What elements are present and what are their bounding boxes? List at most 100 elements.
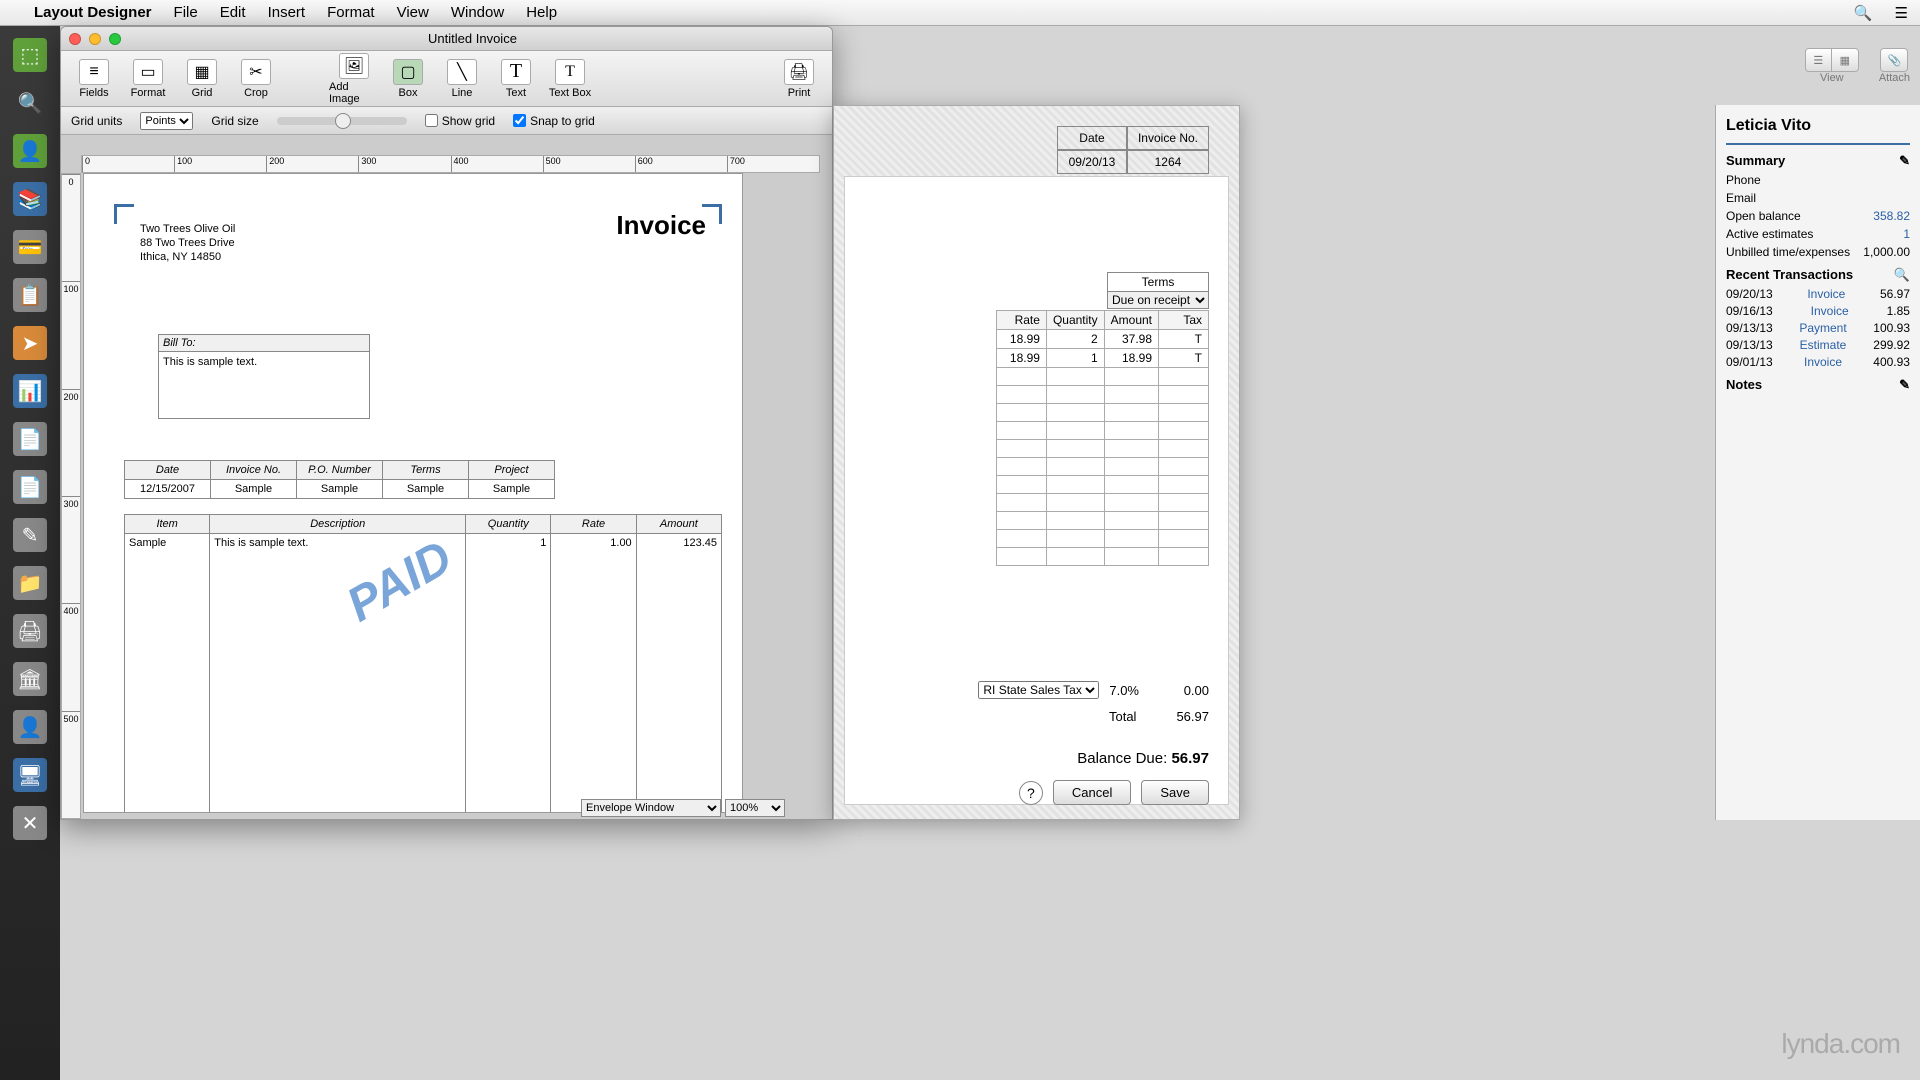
grid-tool[interactable]: ▦Grid [177,59,227,99]
edit-icon[interactable]: ✎ [1899,377,1910,393]
terms-box: Terms Due on receipt [1107,272,1209,309]
date-invno-header: Date 09/20/13 Invoice No. 1264 [1057,126,1209,174]
zoom-button[interactable] [109,33,121,45]
tax-amount: 0.00 [1149,683,1209,698]
top-right-tools: ☰▦ View 📎 Attach [1805,48,1910,84]
search-icon[interactable]: 🔍 [1894,267,1910,283]
menu-help[interactable]: Help [526,4,557,21]
view-toggle[interactable]: ☰▦ [1805,48,1859,72]
watermark-text: lynda.com [1781,1028,1900,1060]
dock-icon[interactable]: 🖥 [13,758,47,792]
terms-select[interactable]: Due on receipt [1108,292,1208,308]
info-table: Date Invoice No. P.O. Number Terms Proje… [124,460,555,499]
transaction-row[interactable]: 09/13/13Payment100.93 [1726,321,1910,335]
dock-icon[interactable]: 💳 [13,230,47,264]
unbilled-value: 1,000.00 [1863,245,1910,259]
dock-icon[interactable]: ⬚ [13,38,47,72]
dock-icon[interactable]: 📚 [13,182,47,216]
dock-icon[interactable]: ✎ [13,518,47,552]
crop-tool[interactable]: ✂Crop [231,59,281,99]
dock-icon[interactable]: 🖨 [13,614,47,648]
add-image-tool[interactable]: 🖼Add Image [329,53,379,105]
menu-window[interactable]: Window [451,4,504,21]
transaction-row[interactable]: 09/20/13Invoice56.97 [1726,287,1910,301]
open-balance-label: Open balance [1726,209,1801,223]
dock-search-icon[interactable]: 🔍 [13,86,47,120]
edit-icon[interactable]: ✎ [1899,153,1910,169]
app-menu[interactable]: Layout Designer [34,4,152,21]
dock-icon[interactable]: 📁 [13,566,47,600]
search-icon[interactable]: 🔍 [1854,4,1873,22]
menu-format[interactable]: Format [327,4,375,21]
layout-designer-window: Untitled Invoice ≡Fields ▭Format ▦Grid ✂… [60,26,833,820]
grid-units-select[interactable]: Points [140,112,193,130]
open-balance-value[interactable]: 358.82 [1873,209,1910,223]
options-bar: Grid units Points Grid size Show grid Sn… [61,107,832,135]
button-row: ? Cancel Save [1019,780,1209,805]
dock-icon[interactable]: 👤 [13,710,47,744]
text-box-tool[interactable]: TText Box [545,59,595,99]
save-button[interactable]: Save [1141,780,1209,805]
box-tool[interactable]: ▢Box [383,59,433,99]
email-label: Email [1726,191,1756,205]
minimize-button[interactable] [89,33,101,45]
crop-corner-tl [114,204,134,224]
snap-grid-checkbox[interactable]: Snap to grid [513,114,595,128]
recent-transactions-header: Recent Transactions 🔍 [1726,267,1910,283]
invoice-no-field[interactable]: 1264 [1127,150,1209,174]
menu-list-icon[interactable]: ☰ [1895,4,1908,22]
attach-button[interactable]: 📎 [1880,48,1908,72]
bill-to-box[interactable]: Bill To: This is sample text. [158,334,370,419]
tax-pct: 7.0% [1109,683,1139,698]
show-grid-checkbox[interactable]: Show grid [425,114,495,128]
canvas-area: 0100200300400500600700 0100200300400500 … [61,135,832,819]
format-tool[interactable]: ▭Format [123,59,173,99]
balance-due: Balance Due: 56.97 [1077,750,1209,767]
transaction-row[interactable]: 09/16/13Invoice1.85 [1726,304,1910,318]
zoom-select[interactable]: 100% [725,799,785,817]
line-tool[interactable]: ╲Line [437,59,487,99]
grid-size-label: Grid size [211,114,258,128]
dock-icon[interactable]: 📋 [13,278,47,312]
invoice-entry-panel: Date 09/20/13 Invoice No. 1264 Terms Due… [833,105,1240,820]
dock-icon[interactable]: 👤 [13,134,47,168]
menu-insert[interactable]: Insert [268,4,306,21]
titlebar: Untitled Invoice [61,27,832,51]
tax-row: RI State Sales Tax 7.0% 0.00 [854,681,1209,699]
total-row: Total 56.97 [1109,709,1209,724]
dock-icon[interactable]: ✕ [13,806,47,840]
active-estimates-value[interactable]: 1 [1903,227,1910,241]
dock-icon[interactable]: ➤ [13,326,47,360]
transaction-row[interactable]: 09/13/13Estimate299.92 [1726,338,1910,352]
invoice-title: Invoice [616,210,706,241]
tax-item-select[interactable]: RI State Sales Tax [978,681,1099,699]
menu-view[interactable]: View [397,4,429,21]
invoice-page[interactable]: Two Trees Olive Oil 88 Two Trees Drive I… [83,173,743,813]
menu-file[interactable]: File [174,4,198,21]
left-dock: ⬚ 🔍 👤 📚 💳 📋 ➤ 📊 📄 📄 ✎ 📁 🖨 🏛 👤 🖥 ✕ [0,26,60,1080]
dock-icon[interactable]: 📄 [13,422,47,456]
cancel-button[interactable]: Cancel [1053,780,1131,805]
transaction-row[interactable]: 09/01/13Invoice400.93 [1726,355,1910,369]
canvas-bottom-bar: Envelope Window 100% [581,799,820,819]
print-tool[interactable]: 🖨Print [774,59,824,99]
envelope-select[interactable]: Envelope Window [581,799,721,817]
help-button[interactable]: ? [1019,781,1043,805]
fields-tool[interactable]: ≡Fields [69,59,119,99]
menu-edit[interactable]: Edit [220,4,246,21]
grid-size-slider[interactable] [277,117,407,125]
toolbar: ≡Fields ▭Format ▦Grid ✂Crop 🖼Add Image ▢… [61,51,832,107]
line-items-table[interactable]: Rate Quantity Amount Tax 18.99237.98T 18… [996,310,1209,566]
active-estimates-label: Active estimates [1726,227,1813,241]
date-field[interactable]: 09/20/13 [1057,150,1127,174]
horizontal-ruler: 0100200300400500600700 [81,155,820,173]
dock-icon[interactable]: 🏛 [13,662,47,696]
close-button[interactable] [69,33,81,45]
summary-header: Summary ✎ [1726,153,1910,169]
customer-name: Leticia Vito [1726,117,1910,135]
dock-icon[interactable]: 📊 [13,374,47,408]
unbilled-label: Unbilled time/expenses [1726,245,1850,259]
text-tool[interactable]: TText [491,59,541,99]
dock-icon[interactable]: 📄 [13,470,47,504]
customer-sidebar: Leticia Vito Summary ✎ Phone Email Open … [1715,105,1920,820]
